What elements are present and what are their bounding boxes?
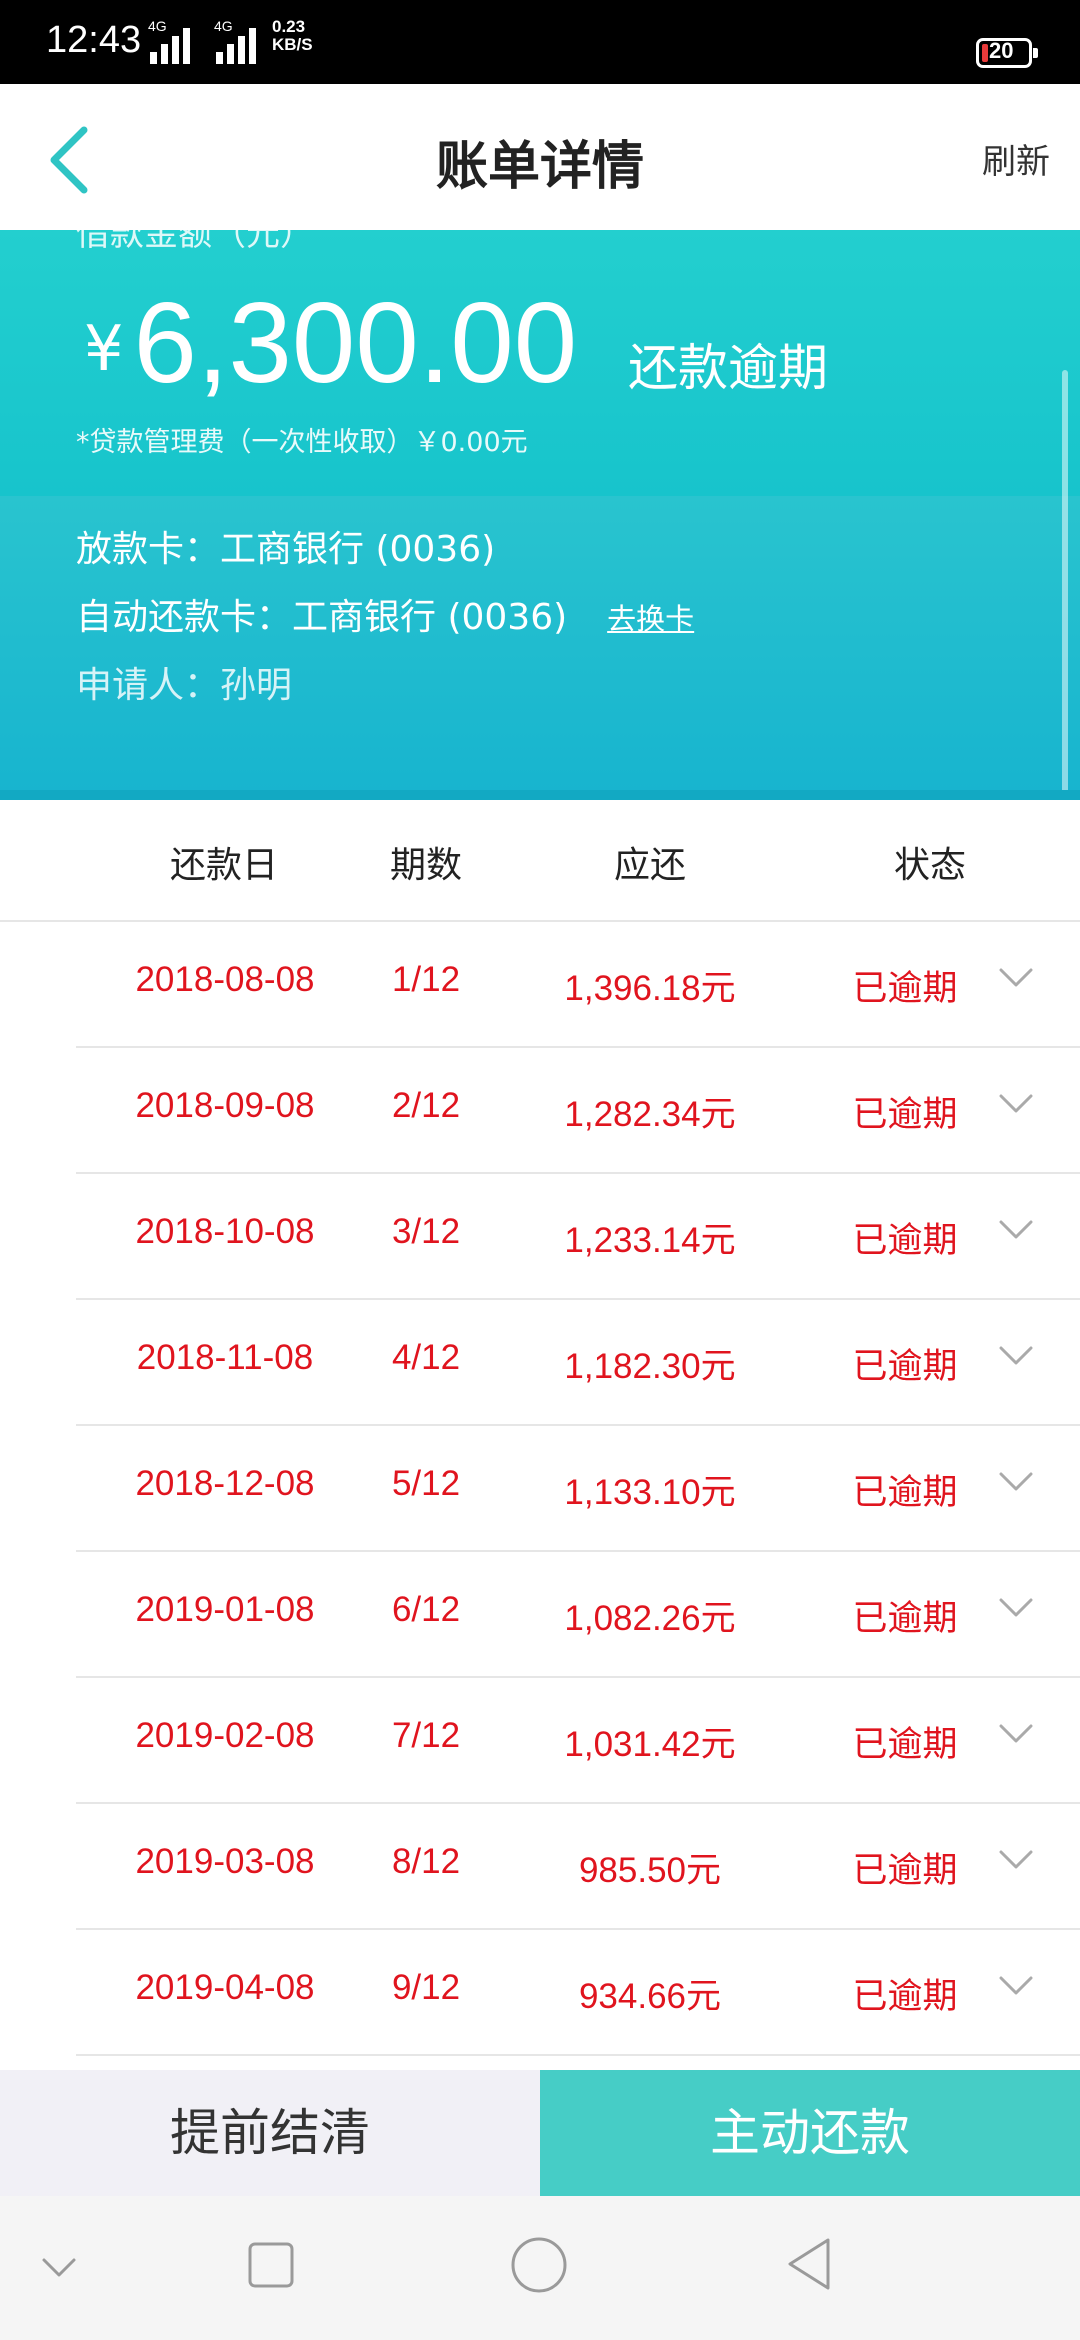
row-period: 8/12	[391, 1842, 461, 1881]
row-period: 1/12	[391, 960, 461, 999]
chevron-down-icon[interactable]	[998, 1092, 1034, 1116]
signal-icon-2: 4G	[214, 18, 256, 64]
system-nav-bar	[0, 2196, 1080, 2340]
table-row[interactable]: 2019-01-08 6/12 1,082.26元 已逾期	[0, 1552, 1080, 1678]
header-due: 应还	[613, 845, 686, 886]
row-date: 2019-04-08	[135, 1968, 315, 2007]
currency-symbol: ¥	[84, 312, 124, 385]
row-date: 2018-11-08	[136, 1338, 314, 1377]
recent-apps-icon[interactable]	[246, 2240, 296, 2290]
chevron-down-icon[interactable]	[998, 1848, 1034, 1872]
row-due: 1,182.30元	[564, 1347, 736, 1386]
row-due: 934.66元	[578, 1977, 722, 2016]
table-row[interactable]: 2019-03-08 8/12 985.50元 已逾期	[0, 1804, 1080, 1930]
scrollbar[interactable]	[1062, 370, 1068, 798]
header-status: 状态	[893, 845, 966, 886]
row-date: 2018-12-08	[135, 1464, 315, 1503]
row-status: 已逾期	[852, 1095, 958, 1134]
row-period: 4/12	[391, 1338, 461, 1377]
row-status: 已逾期	[852, 1221, 958, 1260]
row-period: 6/12	[391, 1590, 461, 1629]
chevron-down-icon[interactable]	[998, 1470, 1034, 1494]
table-row[interactable]: 2018-11-08 4/12 1,182.30元 已逾期	[0, 1300, 1080, 1426]
loan-amount: ¥6,300.00	[84, 278, 577, 409]
chevron-down-icon[interactable]	[998, 1218, 1034, 1242]
loan-summary: 借款金额（元） ¥6,300.00 还款逾期 *贷款管理费（一次性收取）￥0.0…	[0, 230, 1080, 496]
row-due: 1,396.18元	[564, 969, 736, 1008]
chevron-down-icon[interactable]	[998, 1596, 1034, 1620]
row-status: 已逾期	[852, 1977, 958, 2016]
card-info: 放款卡：工商银行 (0036) 自动还款卡：工商银行 (0036) 去换卡 申请人…	[0, 496, 1080, 798]
amount-label: 借款金额（元）	[76, 230, 314, 254]
app-header: 账单详情 刷新	[0, 84, 1080, 230]
row-status: 已逾期	[852, 1599, 958, 1638]
table-header: 还款日 期数 应还 状态	[0, 800, 1080, 922]
row-period: 5/12	[391, 1464, 461, 1503]
row-due: 1,282.34元	[564, 1095, 736, 1134]
row-due: 1,082.26元	[564, 1599, 736, 1638]
home-icon[interactable]	[510, 2236, 568, 2294]
status-time: 12:43	[46, 19, 142, 61]
network-speed: 0.23 KB/S	[272, 17, 313, 54]
row-due: 1,031.42元	[564, 1725, 736, 1764]
row-status: 已逾期	[852, 1347, 958, 1386]
row-date: 2018-08-08	[135, 960, 315, 999]
chevron-down-icon[interactable]	[998, 1974, 1034, 1998]
autopay-card-line: 自动还款卡：工商银行 (0036) 去换卡	[76, 588, 694, 640]
disburse-card: 放款卡：工商银行 (0036)	[76, 529, 496, 570]
row-date: 2019-02-08	[135, 1716, 315, 1755]
back-nav-icon[interactable]	[784, 2236, 834, 2292]
page-title: 账单详情	[435, 137, 644, 197]
status-bar: 12:43 4G 4G 0.23 KB/S 20	[0, 0, 1080, 84]
prepay-button[interactable]: 提前结清	[0, 2070, 540, 2196]
bill-list: 2018-08-08 1/12 1,396.18元 已逾期 2018-09-08…	[0, 922, 1080, 2056]
row-period: 2/12	[391, 1086, 461, 1125]
row-date: 2019-03-08	[135, 1842, 315, 1881]
table-row[interactable]: 2018-08-08 1/12 1,396.18元 已逾期	[0, 922, 1080, 1048]
fee-note: *贷款管理费（一次性收取）￥0.00元	[76, 427, 528, 458]
row-due: 1,133.10元	[564, 1473, 736, 1512]
signal-icon-1: 4G	[148, 18, 190, 64]
table-row[interactable]: 2018-12-08 5/12 1,133.10元 已逾期	[0, 1426, 1080, 1552]
divider	[0, 790, 1080, 800]
row-status: 已逾期	[852, 1725, 958, 1764]
applicant: 申请人：孙明	[76, 665, 293, 706]
refresh-button[interactable]: 刷新	[982, 134, 1050, 183]
header-period: 期数	[389, 845, 462, 886]
row-period: 7/12	[391, 1716, 461, 1755]
row-period: 3/12	[391, 1212, 461, 1251]
table-row[interactable]: 2018-09-08 2/12 1,282.34元 已逾期	[0, 1048, 1080, 1174]
change-card-link[interactable]: 去换卡	[607, 602, 694, 636]
table-row[interactable]: 2019-04-08 9/12 934.66元 已逾期	[0, 1930, 1080, 2056]
row-status: 已逾期	[852, 1851, 958, 1890]
table-row[interactable]: 2018-10-08 3/12 1,233.14元 已逾期	[0, 1174, 1080, 1300]
chevron-down-icon[interactable]	[998, 966, 1034, 990]
amount-value: 6,300.00	[133, 280, 578, 407]
row-due: 985.50元	[578, 1851, 722, 1890]
row-date: 2019-01-08	[135, 1590, 315, 1629]
row-due: 1,233.14元	[564, 1221, 736, 1260]
chevron-down-icon[interactable]	[998, 1722, 1034, 1746]
chevron-down-icon[interactable]	[998, 1344, 1034, 1368]
battery-icon: 20	[976, 38, 1038, 68]
row-status: 已逾期	[852, 1473, 958, 1512]
row-date: 2018-10-08	[135, 1212, 315, 1251]
row-period: 9/12	[391, 1968, 461, 2007]
header-date: 还款日	[169, 845, 278, 886]
table-row[interactable]: 2019-02-08 7/12 1,031.42元 已逾期	[0, 1678, 1080, 1804]
row-date: 2018-09-08	[135, 1086, 315, 1125]
loan-status: 还款逾期	[628, 339, 828, 397]
autopay-card: 自动还款卡：工商银行 (0036)	[76, 597, 568, 638]
row-status: 已逾期	[852, 969, 958, 1008]
chevron-down-icon[interactable]	[40, 2256, 78, 2280]
repay-button[interactable]: 主动还款	[540, 2070, 1080, 2196]
